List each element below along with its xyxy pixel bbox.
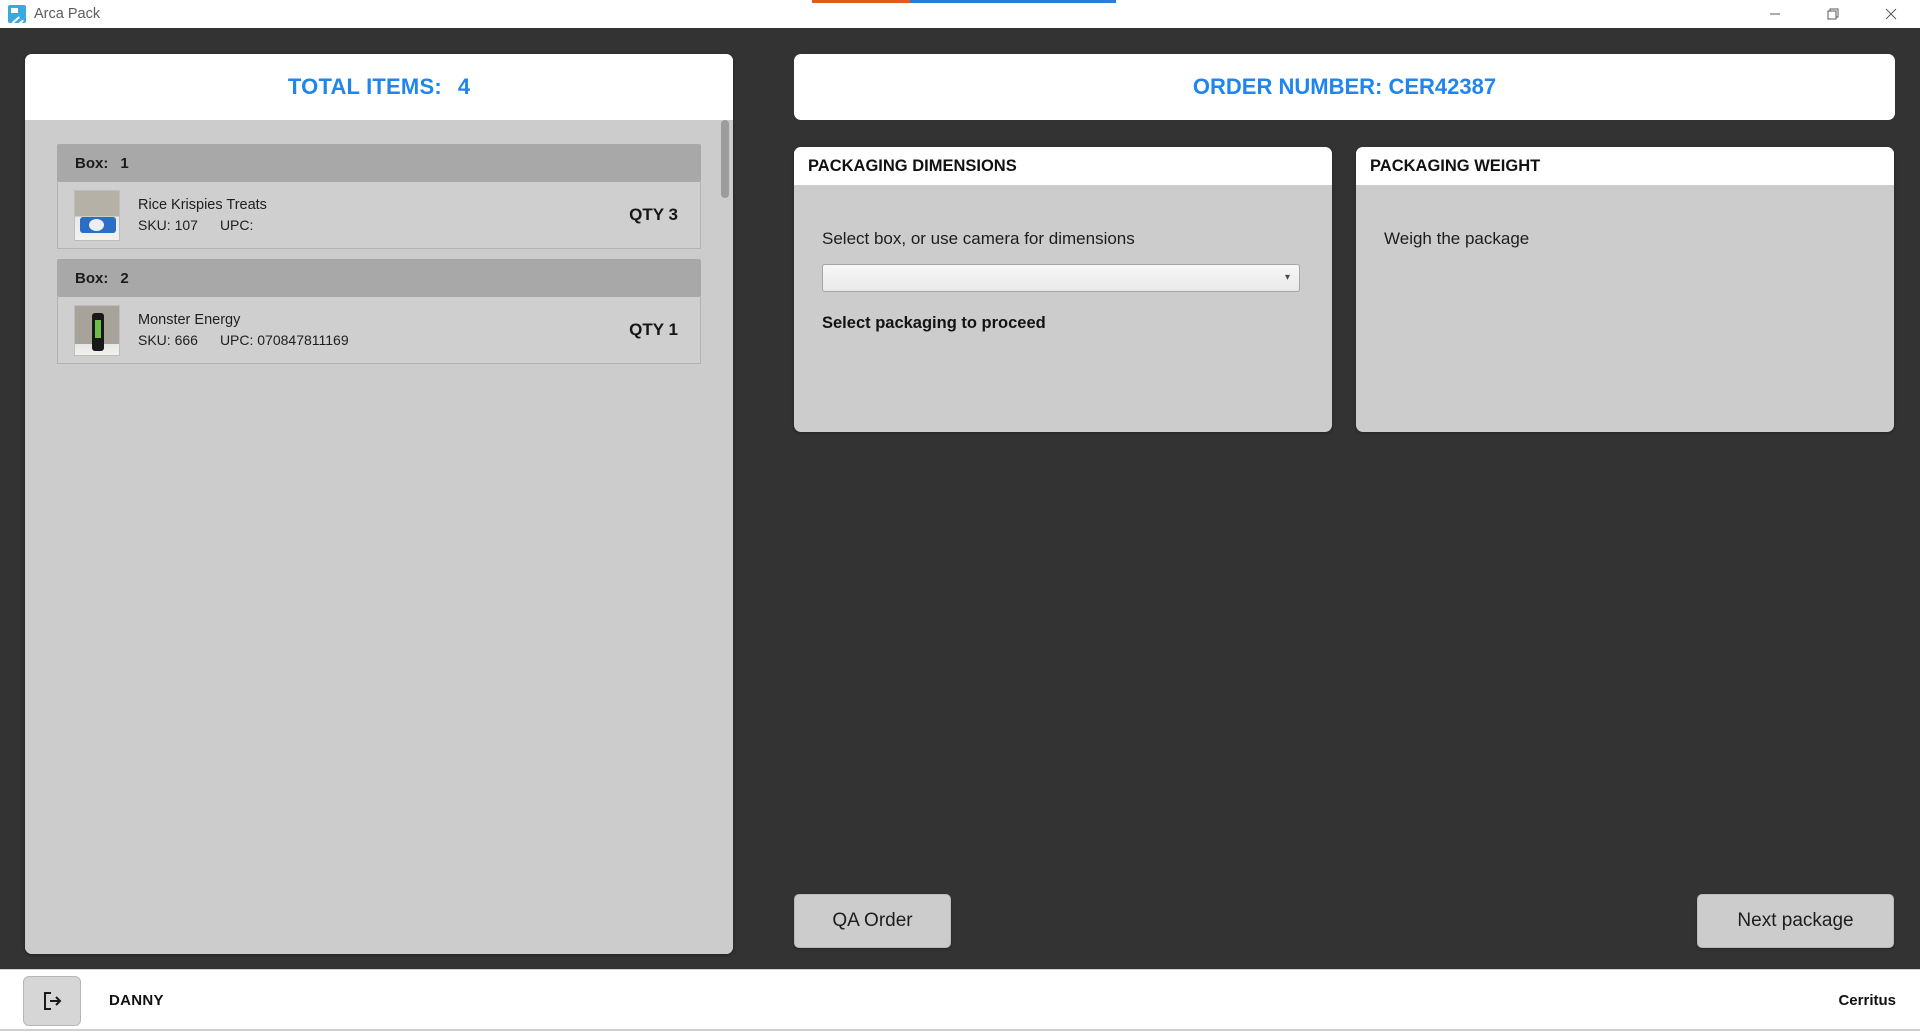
select-packaging-note: Select packaging to proceed: [822, 314, 1046, 332]
arca-pack-logo-icon: [8, 5, 26, 23]
site-name: Cerritus: [1838, 992, 1896, 1009]
item-sku: SKU: 666: [138, 332, 198, 348]
logout-icon: [44, 991, 62, 1010]
weight-prompt: Weigh the package: [1384, 229, 1530, 248]
packaging-dimensions-panel: PACKAGING DIMENSIONS Select box, or use …: [794, 147, 1332, 432]
box-label: Box:: [75, 269, 109, 287]
box-group: Box: 2 Monster Energy SKU: 666 UPC: 0708…: [57, 259, 701, 364]
monster-energy-thumbnail: [74, 304, 120, 356]
box-header: Box: 2: [57, 259, 701, 297]
accent-strip-blue: [910, 0, 1116, 3]
select-wrapper: ▾: [822, 264, 1304, 292]
window-title: Arca Pack: [34, 6, 101, 22]
box-header: Box: 1: [57, 144, 701, 182]
box-label: Box:: [75, 154, 109, 172]
app-canvas: TOTAL ITEMS: 4 Box: 1 Rice Krispies Trea…: [0, 28, 1920, 969]
box-number: 1: [120, 154, 129, 172]
rice-krispies-treats-thumbnail: [74, 189, 120, 241]
restore-icon[interactable]: [1804, 0, 1862, 28]
box-group: Box: 1 Rice Krispies Treats SKU: 107 UPC…: [57, 144, 701, 249]
panel-body: Weigh the package: [1356, 185, 1894, 249]
logout-button[interactable]: [23, 975, 81, 1026]
window-controls: [1746, 0, 1920, 28]
item-name: Monster Energy: [138, 312, 241, 328]
order-number-title: ORDER NUMBER: CER42387: [1192, 74, 1497, 99]
next-package-button[interactable]: Next package: [1697, 894, 1894, 948]
qa-order-button[interactable]: QA Order: [794, 894, 951, 948]
box-select[interactable]: ▾: [822, 264, 1300, 292]
item-upc: UPC: 070847811169: [219, 332, 349, 348]
scrollbar-thumb[interactable]: [721, 120, 729, 198]
panel-header: PACKAGING WEIGHT: [1356, 147, 1894, 185]
item-codes: SKU: 666 UPC: 070847811169: [138, 332, 349, 348]
packaging-weight-panel: PACKAGING WEIGHT Weigh the package: [1356, 147, 1894, 432]
packaging-dimensions-title: PACKAGING DIMENSIONS: [808, 156, 1017, 175]
box-list: Box: 1 Rice Krispies Treats SKU: 107 UPC…: [25, 120, 733, 954]
items-panel: TOTAL ITEMS: 4 Box: 1 Rice Krispies Trea…: [25, 54, 733, 954]
list-item[interactable]: Monster Energy SKU: 666 UPC: 07084781116…: [57, 297, 701, 364]
item-sku: SKU: 107: [138, 217, 198, 233]
panels-row: PACKAGING DIMENSIONS Select box, or use …: [794, 147, 1895, 432]
box-number: 2: [120, 269, 129, 287]
order-panel: ORDER NUMBER: CER42387 PACKAGING DIMENSI…: [794, 54, 1895, 954]
item-name: Rice Krispies Treats: [138, 197, 267, 213]
order-header: ORDER NUMBER: CER42387: [794, 54, 1895, 120]
minimize-icon[interactable]: [1746, 0, 1804, 28]
total-items-value: 4: [457, 74, 471, 99]
packaging-weight-title: PACKAGING WEIGHT: [1370, 156, 1541, 175]
total-items-header: TOTAL ITEMS: 4: [25, 54, 733, 120]
item-upc: UPC:: [219, 217, 254, 233]
status-bar: DANNY Cerritus: [0, 969, 1920, 1031]
item-info: Rice Krispies Treats SKU: 107 UPC:: [138, 197, 267, 233]
item-quantity: QTY 1: [629, 320, 678, 339]
chevron-down-icon: ▾: [1284, 272, 1290, 283]
total-items-label: TOTAL ITEMS:: [287, 74, 442, 99]
scrollbar[interactable]: [721, 120, 731, 954]
title-bar: Arca Pack: [0, 0, 1920, 28]
dimensions-prompt: Select box, or use camera for dimensions: [822, 229, 1135, 248]
item-codes: SKU: 107 UPC:: [138, 217, 267, 233]
close-icon[interactable]: [1862, 0, 1920, 28]
item-info: Monster Energy SKU: 666 UPC: 07084781116…: [138, 312, 349, 348]
panel-header: PACKAGING DIMENSIONS: [794, 147, 1332, 185]
user-name: DANNY: [109, 992, 164, 1009]
panel-body: Select box, or use camera for dimensions…: [794, 185, 1332, 333]
item-quantity: QTY 3: [629, 205, 678, 224]
list-item[interactable]: Rice Krispies Treats SKU: 107 UPC: QTY 3: [57, 182, 701, 249]
